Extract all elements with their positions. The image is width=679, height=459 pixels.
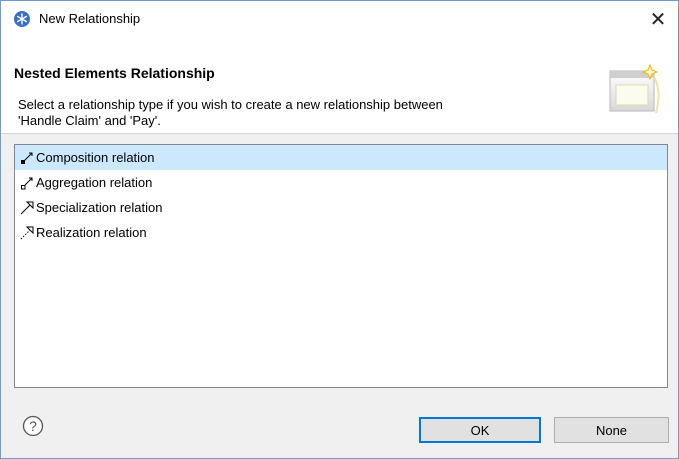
title-bar[interactable]: New Relationship ✕	[1, 1, 678, 37]
relationship-type-list[interactable]: Composition relation Aggregation relatio…	[14, 144, 668, 388]
description-line-1: Select a relationship type if you wish t…	[18, 97, 443, 112]
app-snowflake-icon	[14, 11, 30, 27]
list-item-realization[interactable]: Realization relation	[15, 220, 667, 245]
list-item-composition[interactable]: Composition relation	[15, 145, 667, 170]
close-button[interactable]: ✕	[638, 1, 678, 37]
specialization-icon	[20, 201, 34, 214]
wizard-header: Nested Elements Relationship Select a re…	[1, 37, 678, 134]
list-item-label: Aggregation relation	[36, 175, 153, 190]
ok-button[interactable]: OK	[419, 417, 541, 443]
description-line-2: 'Handle Claim' and 'Pay'.	[18, 113, 161, 128]
none-button[interactable]: None	[554, 417, 669, 443]
aggregation-icon	[21, 177, 33, 189]
list-item-label: Realization relation	[36, 225, 147, 240]
list-item-label: Specialization relation	[36, 200, 163, 215]
page-description: Select a relationship type if you wish t…	[18, 97, 558, 129]
window-title: New Relationship	[39, 11, 141, 26]
list-item-aggregation[interactable]: Aggregation relation	[15, 170, 667, 195]
help-glyph: ?	[29, 418, 37, 434]
wizard-banner-icon	[609, 63, 660, 114]
list-item-label: Composition relation	[36, 150, 155, 165]
page-title: Nested Elements Relationship	[14, 65, 215, 81]
help-icon[interactable]: ?	[22, 415, 44, 437]
composition-icon	[21, 152, 33, 164]
none-button-label: None	[595, 422, 628, 438]
close-icon: ✕	[649, 8, 667, 31]
new-relationship-dialog: New Relationship ✕ Nested Elements Relat…	[0, 0, 679, 459]
ok-button-label: OK	[470, 422, 490, 438]
list-item-specialization[interactable]: Specialization relation	[15, 195, 667, 220]
realization-icon	[20, 226, 34, 239]
